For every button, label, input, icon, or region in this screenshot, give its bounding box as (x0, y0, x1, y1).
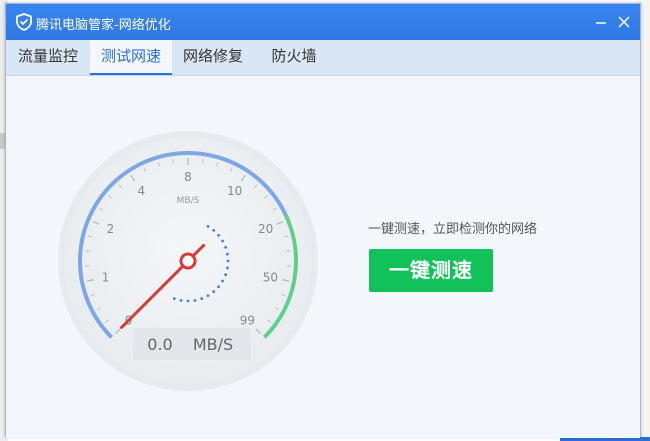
gauge-dot (193, 299, 197, 302)
scale-label-2: 2 (107, 222, 115, 236)
speed-test-panel: MB/S 0 1 2 4 8 10 20 50 99 0.0 MB/S 一键测速… (6, 76, 640, 438)
scale-label-50: 50 (263, 270, 278, 284)
gauge-dot (186, 299, 190, 303)
speed-readout-value: 0.0 (147, 335, 172, 354)
minimize-icon[interactable] (592, 13, 610, 31)
tab-speed-test[interactable]: 测试网速 (90, 40, 172, 75)
scale-label-4: 4 (137, 184, 145, 198)
gauge-dot (226, 259, 230, 263)
gauge-unit-label: MB/S (177, 196, 200, 206)
gauge-dot (206, 294, 210, 297)
scale-label-99: 99 (240, 313, 255, 327)
gauge-dot (221, 239, 225, 243)
gauge-dot (212, 229, 216, 232)
gauge-dot (172, 297, 176, 300)
close-icon[interactable] (615, 13, 633, 31)
gauge-dot (217, 285, 221, 289)
scale-label-20: 20 (258, 222, 273, 236)
gauge-dot (226, 252, 229, 256)
window-title: 腾讯电脑管家-网络优化 (36, 18, 171, 33)
network-optimization-window: 腾讯电脑管家-网络优化 流量监控 测试网速 网络修复 防火墙 MB/S 1 2 … (5, 3, 641, 438)
one-click-speed-test-button[interactable]: 一键测速 (369, 249, 493, 292)
tab-firewall[interactable]: 防火墙 (254, 40, 334, 75)
gauge-dot (200, 297, 204, 300)
speed-gauge: MB/S 0 1 2 4 8 10 20 50 99 0.0 MB/S (58, 131, 318, 391)
scale-label-1: 1 (102, 270, 110, 284)
title-bar[interactable]: 腾讯电脑管家-网络优化 (6, 4, 640, 40)
gauge-dot (179, 299, 183, 302)
speed-readout-unit: MB/S (193, 335, 233, 354)
gauge-tick (202, 159, 204, 164)
gauge-dot (206, 225, 210, 228)
shield-icon (16, 13, 32, 31)
gauge-dot (224, 273, 228, 277)
gauge-dot (224, 245, 228, 249)
gauge-tick (172, 159, 174, 164)
gauge-dot (226, 266, 229, 270)
speed-test-hint: 一键测速，立即检测你的网络 (368, 222, 538, 237)
tab-bar: 流量监控 测试网速 网络修复 防火墙 (6, 40, 640, 76)
gauge-dot (212, 290, 216, 293)
gauge-hub (179, 252, 197, 270)
gauge-dot (217, 233, 221, 237)
tab-network-repair[interactable]: 网络修复 (172, 40, 254, 75)
scale-label-8: 8 (184, 170, 192, 184)
scale-label-10: 10 (227, 184, 242, 198)
gauge-dot (221, 279, 225, 283)
tab-traffic-monitor[interactable]: 流量监控 (6, 40, 90, 75)
